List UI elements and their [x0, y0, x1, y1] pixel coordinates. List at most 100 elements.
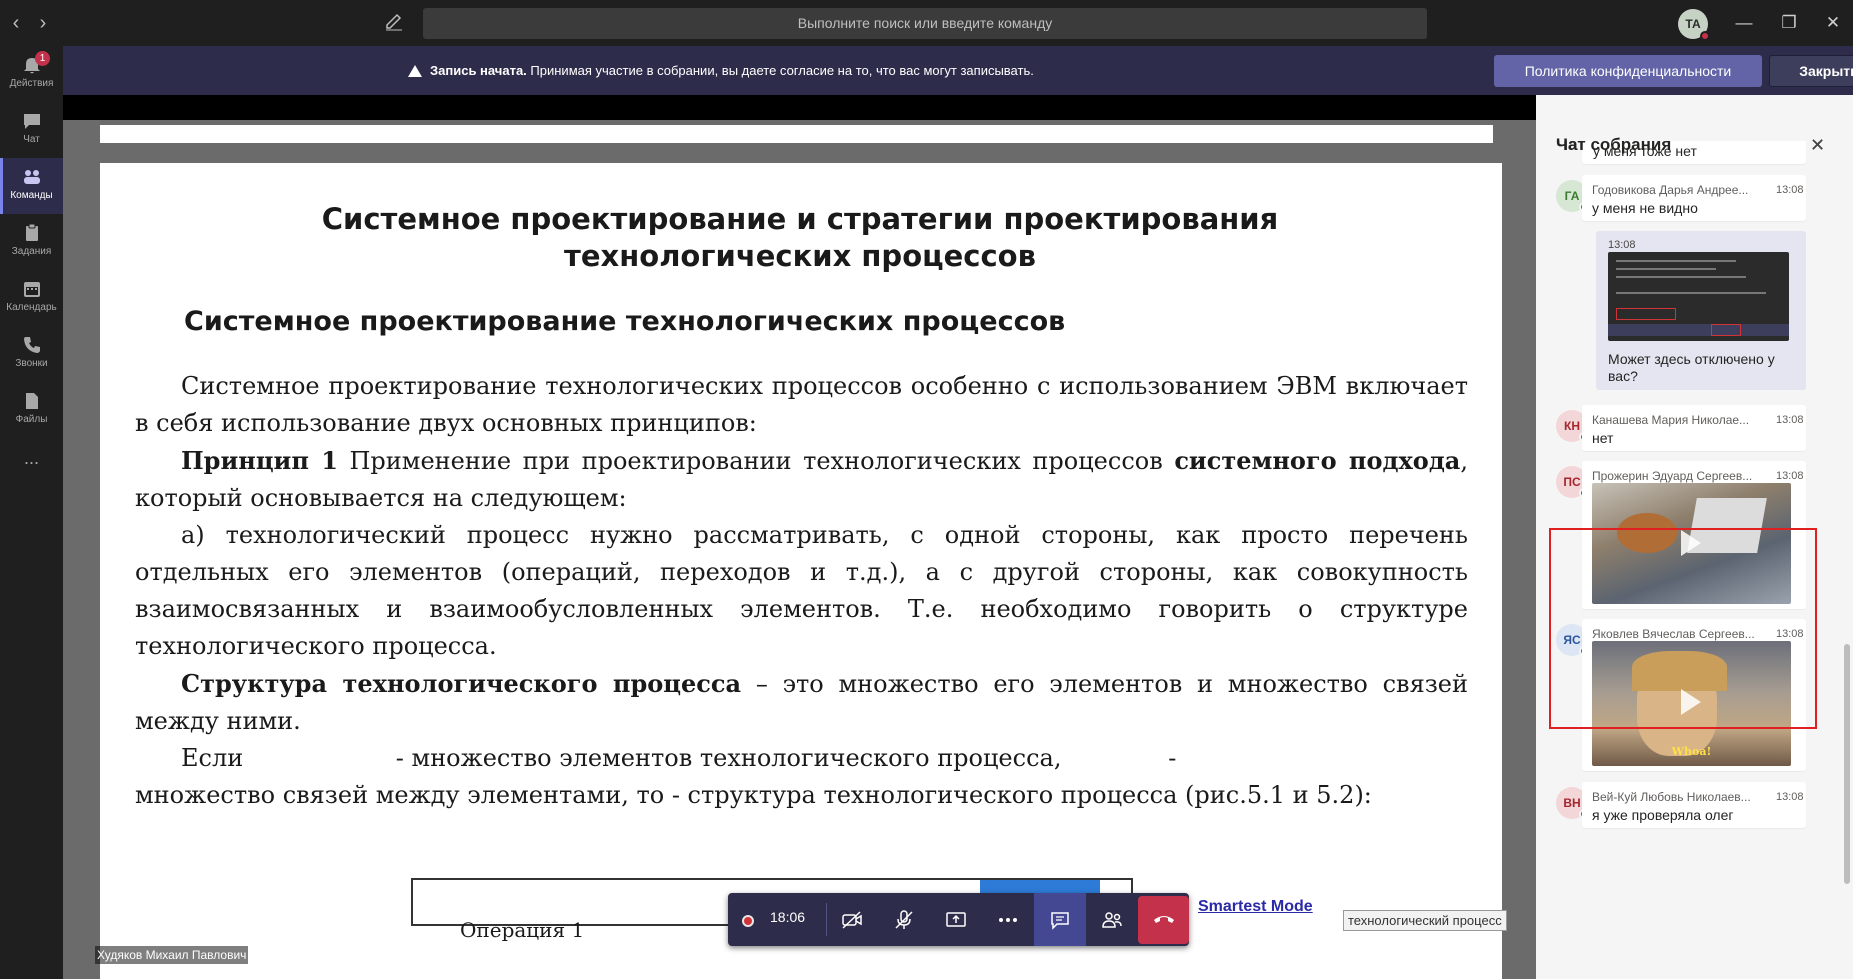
chat-message: Канашева Мария Николае... 13:08 нет [1582, 405, 1806, 451]
avatar-initials: ВН [1563, 796, 1581, 810]
avatar-initials: ПС [1563, 475, 1581, 489]
minimize-icon[interactable]: — [1733, 12, 1755, 34]
own-chat-message: 13:08 Может здесь отключено у вас? [1596, 231, 1806, 390]
paragraph: множество связей между элементами, то - … [135, 781, 1372, 809]
bold-text: системного подхода [1174, 446, 1461, 475]
close-chat-icon[interactable]: ✕ [1810, 135, 1825, 156]
assignments-icon [25, 223, 38, 241]
presence-busy-icon [1700, 31, 1710, 41]
message-time: 13:08 [1776, 414, 1804, 426]
search-input[interactable]: Выполните поиск или введите команду [423, 8, 1427, 39]
message-time: 13:08 [1776, 470, 1804, 482]
rail-label: Команды [10, 190, 53, 201]
warning-icon [408, 65, 422, 77]
app-rail: 1 Действия Чат Команды Задания Календарь… [0, 46, 63, 979]
document-page-edge [100, 125, 1493, 143]
share-screen-button[interactable] [930, 893, 982, 946]
banner-message: Принимая участие в собрании, вы даете со… [530, 63, 1034, 78]
chat-scrollbar[interactable] [1844, 644, 1850, 884]
document-body: Системное проектирование технологических… [135, 368, 1468, 814]
rail-label: Чат [23, 134, 40, 145]
more-icon [999, 918, 1017, 923]
show-chat-button[interactable] [1034, 893, 1086, 946]
paragraph: Если - множество элементов технологическ… [181, 744, 1177, 772]
document-ribbon-link: Smartest Mode [1198, 898, 1313, 915]
rail-label: Файлы [15, 414, 48, 425]
rail-label: Календарь [6, 302, 57, 313]
compose-icon[interactable] [383, 11, 407, 35]
banner-title: Запись начата. [430, 63, 527, 78]
avatar-initials: ГА [1564, 189, 1580, 203]
gif-caption: Whoa! [1671, 745, 1712, 758]
recording-icon [742, 915, 754, 927]
restore-icon[interactable]: ❐ [1778, 12, 1800, 34]
bold-text: Принцип 1 [181, 446, 338, 475]
diagram-operation-label: Операция 1 [460, 918, 585, 942]
rail-label: Звонки [15, 358, 48, 369]
close-banner-button[interactable]: Закрыть [1769, 55, 1853, 87]
activity-badge: 1 [35, 51, 50, 66]
back-arrow-icon[interactable]: ‹ [5, 12, 27, 34]
paragraph: а) технологический процесс нужно рассмат… [135, 521, 1468, 660]
message-text: я уже проверяла олег [1592, 807, 1734, 823]
chat-title-text: Чат собрания [1556, 135, 1672, 154]
title-bar: ‹ › Выполните поиск или введите команду … [0, 0, 1853, 46]
paragraph: Системное проектирование технологических… [135, 372, 1468, 437]
mic-off-icon [895, 910, 913, 930]
rail-item-chat[interactable]: Чат [0, 102, 63, 158]
avatar-initials: ТА [1685, 17, 1701, 31]
message-sender: Прожерин Эдуард Сергеев... [1592, 469, 1753, 483]
message-sender: Канашева Мария Николае... [1592, 413, 1750, 427]
rail-item-teams[interactable]: Команды [0, 158, 63, 214]
rail-item-assignments[interactable]: Задания [0, 214, 63, 270]
document-subtitle: Системное проектирование технологических… [184, 306, 1066, 337]
rail-item-calls[interactable]: Звонки [0, 326, 63, 382]
share-screen-icon [946, 912, 966, 927]
camera-off-button[interactable] [826, 893, 878, 946]
rail-item-calendar[interactable]: Календарь [0, 270, 63, 326]
message-text: нет [1592, 430, 1614, 446]
phone-icon [23, 337, 40, 353]
hang-up-button[interactable] [1138, 896, 1189, 944]
message-time: 13:08 [1776, 184, 1804, 196]
message-text: у меня не видно [1592, 200, 1698, 216]
chat-icon [23, 114, 40, 129]
user-avatar[interactable]: ТА [1678, 9, 1710, 41]
chat-icon [1051, 912, 1069, 931]
screenshot-thumbnail[interactable] [1608, 252, 1789, 341]
rail-label: Действия [9, 78, 54, 89]
message-time: 13:08 [1776, 791, 1804, 803]
mic-off-button[interactable] [878, 893, 930, 946]
shared-screen: Системное проектирование и стратегии про… [63, 95, 1536, 979]
recording-banner: Запись начата. Принимая участие в собран… [63, 46, 1853, 95]
camera-off-icon [842, 911, 862, 929]
more-apps-icon[interactable]: ... [0, 438, 63, 494]
presenter-name: Худяков Михаил Павлович [95, 946, 249, 964]
document-title: Системное проектирование и стратегии про… [321, 202, 1279, 273]
calendar-icon [23, 282, 40, 297]
rail-label: Задания [11, 246, 52, 257]
call-timer: 18:06 [770, 909, 806, 925]
rail-item-files[interactable]: Файлы [0, 382, 63, 438]
document-ribbon-label: технологический процесс [1343, 910, 1507, 931]
privacy-policy-button[interactable]: Политика конфиденциальности [1494, 55, 1762, 87]
document-page: Системное проектирование и стратегии про… [100, 163, 1502, 979]
bold-text: Структура технологического процесса [181, 669, 742, 698]
paragraph: Структура технологического процесса – эт… [135, 665, 1468, 740]
file-icon [25, 393, 38, 409]
participants-button[interactable] [1086, 893, 1138, 946]
close-window-icon[interactable]: ✕ [1822, 12, 1844, 34]
participants-icon [1102, 912, 1122, 928]
forward-arrow-icon[interactable]: › [32, 12, 54, 34]
chat-message: Годовикова Дарья Андрее... 13:08 у меня … [1582, 175, 1806, 221]
selection-highlight [1549, 528, 1817, 729]
teams-icon [23, 170, 40, 184]
more-options-button[interactable] [982, 893, 1034, 946]
message-time: 13:08 [1608, 239, 1636, 251]
message-text: Может здесь отключено у вас? [1608, 351, 1775, 384]
text: Применение при проектировании технологич… [337, 447, 1175, 475]
paragraph: Принцип 1 Применение при проектировании … [135, 442, 1468, 517]
rail-item-activity[interactable]: 1 Действия [0, 46, 63, 102]
message-sender: Годовикова Дарья Андрее... [1592, 183, 1749, 197]
message-sender: Вей-Куй Любовь Николаев... [1592, 790, 1751, 804]
